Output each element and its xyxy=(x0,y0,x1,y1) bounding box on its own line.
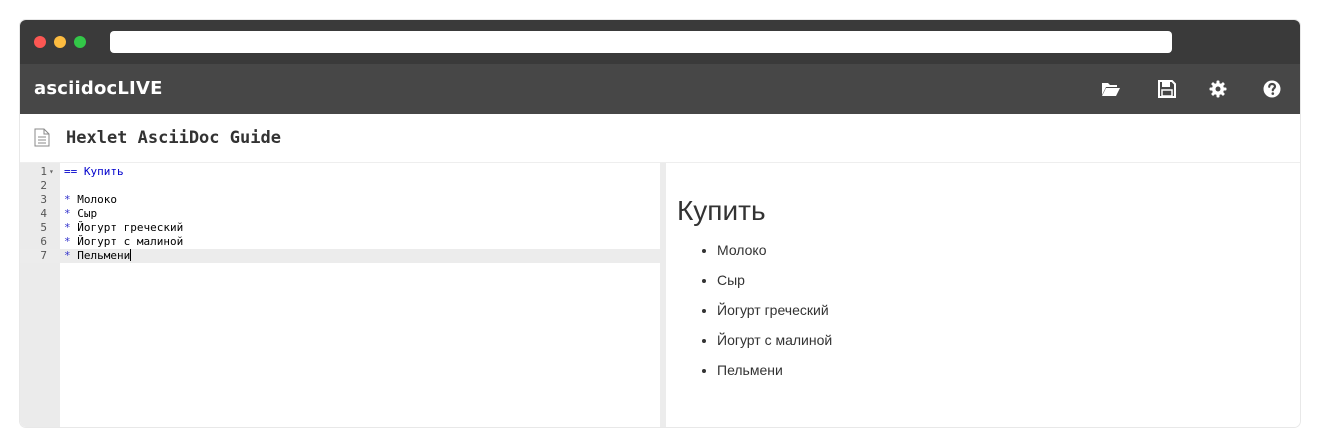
gear-icon xyxy=(1209,80,1227,98)
line-text: Йогурт греческий xyxy=(70,221,184,234)
fold-arrow-icon[interactable]: ▾ xyxy=(49,165,54,179)
editor-line[interactable]: 2 xyxy=(20,179,660,193)
bullet-marker: * xyxy=(64,221,71,234)
list-item: Йогурт с малиной xyxy=(717,325,832,355)
list-item: Молоко xyxy=(717,235,832,265)
line-number: 4 xyxy=(40,207,47,220)
preview-heading: Купить xyxy=(677,195,766,226)
folder-open-icon xyxy=(1102,83,1120,96)
bullet-marker: * xyxy=(64,193,71,206)
editor-line[interactable]: 3 * Молоко xyxy=(20,193,660,207)
bullet-marker: * xyxy=(64,235,71,248)
editor-line[interactable]: 5 * Йогурт греческий xyxy=(20,221,660,235)
list-item: Сыр xyxy=(717,265,832,295)
line-text: Сыр xyxy=(70,207,98,220)
list-item: Йогурт греческий xyxy=(717,295,832,325)
line-text: Йогурт с малиной xyxy=(70,235,184,248)
browser-window: asciidocLIVE Hexlet AsciiDoc Guide 1 ▾ =… xyxy=(20,20,1300,427)
app-logo: asciidocLIVE xyxy=(34,78,163,99)
document-title-bar: Hexlet AsciiDoc Guide xyxy=(20,114,1300,163)
settings-button[interactable] xyxy=(1207,79,1229,99)
workspace: 1 ▾ == Купить 2 3 * Молоко 4 * Сыр 5 * Й… xyxy=(20,163,1300,427)
close-window-button[interactable] xyxy=(34,36,46,48)
address-bar[interactable] xyxy=(110,31,1172,53)
maximize-window-button[interactable] xyxy=(74,36,86,48)
help-icon xyxy=(1263,80,1281,98)
line-text: Пельмени xyxy=(70,249,131,262)
editor-line[interactable]: 6 * Йогурт с малиной xyxy=(20,235,660,249)
heading-marker: == xyxy=(64,165,78,178)
document-icon xyxy=(34,128,50,147)
preview-list: Молоко Сыр Йогурт греческий Йогурт с мал… xyxy=(677,235,832,385)
list-item: Пельмени xyxy=(717,355,832,385)
line-number: 2 xyxy=(40,179,47,192)
bullet-marker: * xyxy=(64,249,71,262)
help-button[interactable] xyxy=(1261,79,1283,99)
code-editor[interactable]: 1 ▾ == Купить 2 3 * Молоко 4 * Сыр 5 * Й… xyxy=(20,163,660,427)
line-text: Молоко xyxy=(70,193,117,206)
browser-chrome xyxy=(20,20,1300,64)
line-number: 1 xyxy=(40,165,47,178)
preview-pane: Купить Молоко Сыр Йогурт греческий Йогур… xyxy=(666,163,1300,427)
bullet-marker: * xyxy=(64,207,71,220)
editor-line-active[interactable]: 7 * Пельмени xyxy=(20,249,660,263)
editor-line[interactable]: 1 ▾ == Купить xyxy=(20,165,660,179)
editor-line[interactable]: 4 * Сыр xyxy=(20,207,660,221)
minimize-window-button[interactable] xyxy=(54,36,66,48)
document-title[interactable]: Hexlet AsciiDoc Guide xyxy=(66,128,281,148)
line-number: 3 xyxy=(40,193,47,206)
text-cursor xyxy=(130,249,132,261)
save-icon xyxy=(1158,80,1176,98)
open-file-button[interactable] xyxy=(1100,79,1122,99)
heading-text: Купить xyxy=(77,165,124,178)
line-number: 7 xyxy=(40,249,47,262)
line-number: 5 xyxy=(40,221,47,234)
app-header: asciidocLIVE xyxy=(20,64,1300,114)
line-number: 6 xyxy=(40,235,47,248)
save-button[interactable] xyxy=(1156,79,1178,99)
